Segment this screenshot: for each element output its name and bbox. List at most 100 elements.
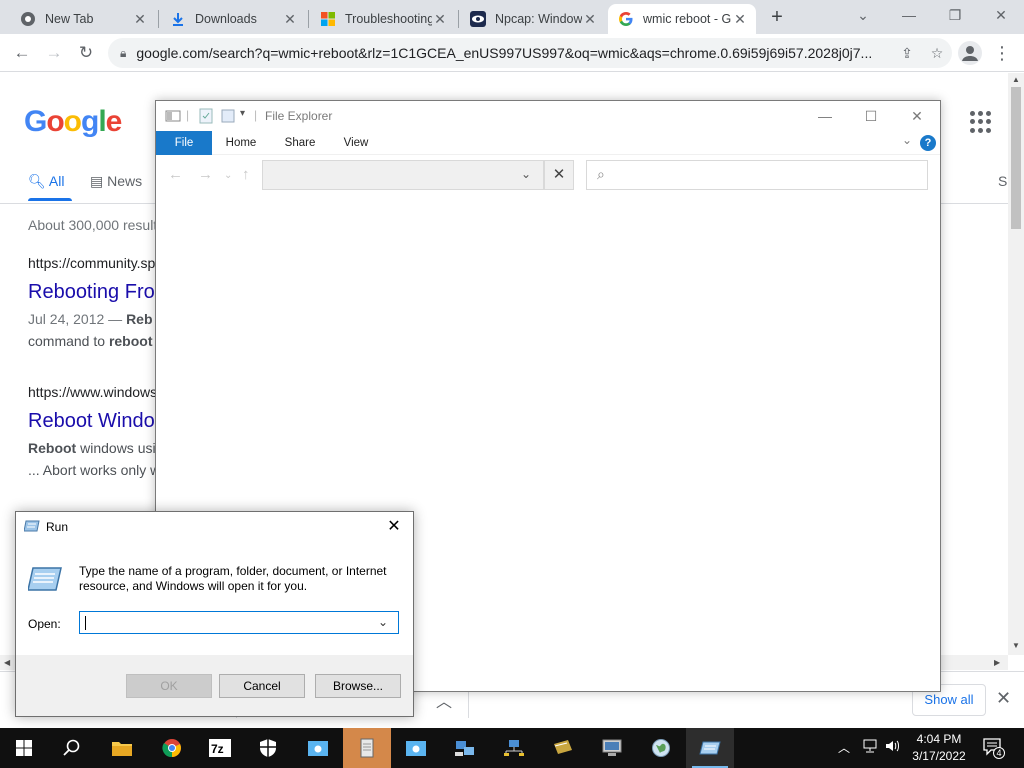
back-button[interactable]: ←	[10, 41, 34, 65]
up-arrow-icon[interactable]: ↑	[242, 166, 250, 183]
chevron-down-icon[interactable]: ⌄	[378, 615, 388, 629]
scroll-up-icon[interactable]: ▲	[1008, 75, 1024, 84]
result-url[interactable]: https://community.sp	[28, 255, 155, 271]
minimize-button[interactable]: —	[802, 101, 848, 131]
ribbon-tabs: File Home Share View ⌄ ?	[156, 131, 940, 155]
folder-icon	[308, 741, 328, 756]
clear-address-button[interactable]: ✕	[544, 160, 574, 190]
taskbar-folder[interactable]	[294, 728, 342, 768]
help-icon[interactable]: ?	[920, 135, 936, 151]
run-title-bar[interactable]: Run ✕	[16, 512, 413, 542]
result-title[interactable]: Rebooting Fro	[28, 281, 155, 304]
speaker-icon	[886, 740, 899, 752]
expand-ribbon-icon[interactable]: ⌄	[902, 133, 912, 147]
close-button[interactable]: ✕	[894, 101, 940, 131]
taskbar-run[interactable]	[686, 728, 734, 768]
snippet-bold: Reb	[126, 311, 153, 327]
tab-troubleshooting[interactable]: Troubleshooting ✕	[310, 4, 456, 34]
address-field[interactable]: ⌄	[262, 160, 544, 190]
new-tab-button[interactable]: +	[766, 7, 788, 29]
network-status-icon[interactable]	[862, 737, 880, 768]
search-field[interactable]: ⌕	[586, 160, 928, 190]
tools-clipped-text[interactable]: S	[998, 173, 1007, 189]
scroll-left-icon[interactable]: ◀	[4, 655, 10, 670]
share-icon[interactable]: ⇪	[892, 45, 922, 62]
close-icon[interactable]: ✕	[732, 11, 748, 27]
close-icon[interactable]: ✕	[282, 11, 298, 27]
ok-button[interactable]: OK	[126, 674, 212, 698]
close-icon[interactable]: ✕	[432, 11, 448, 27]
open-input[interactable]	[79, 611, 399, 634]
close-icon[interactable]: ✕	[582, 11, 598, 27]
clock[interactable]: 4:04 PM 3/17/2022	[906, 731, 972, 765]
recent-locations-icon[interactable]: ⌄	[224, 170, 232, 181]
taskbar-chrome[interactable]	[148, 728, 196, 768]
address-bar[interactable]: 🔒︎ google.com/search?q=wmic+reboot&rlz=1…	[108, 38, 952, 68]
bookmark-star-icon[interactable]: ☆	[922, 45, 952, 62]
new-folder-icon[interactable]	[220, 108, 236, 124]
taskbar-folder[interactable]	[392, 728, 440, 768]
taskbar-computer[interactable]	[588, 728, 636, 768]
back-arrow-icon[interactable]: ←	[168, 166, 183, 183]
browse-button[interactable]: Browse...	[315, 674, 401, 698]
cancel-button[interactable]: Cancel	[219, 674, 305, 698]
maximize-button[interactable]: ☐	[848, 101, 894, 131]
taskbar-notepad[interactable]	[343, 728, 391, 768]
person-icon	[962, 46, 978, 61]
download-icon	[173, 13, 183, 26]
tab-search-button[interactable]: ⌄	[840, 4, 886, 28]
result-title[interactable]: Reboot Windo	[28, 410, 155, 433]
close-icon[interactable]: ✕	[132, 11, 148, 27]
scrollbar-thumb[interactable]	[1011, 87, 1021, 229]
taskbar-globe[interactable]	[637, 728, 685, 768]
profile-avatar[interactable]	[958, 41, 982, 65]
close-window-button[interactable]: ✕	[978, 4, 1024, 28]
minimize-button[interactable]: —	[886, 4, 932, 28]
tab-file[interactable]: File	[156, 131, 212, 155]
google-logo[interactable]: Google	[24, 105, 122, 139]
taskbar-search-button[interactable]	[48, 728, 96, 768]
action-center-button[interactable]: 4	[982, 737, 1010, 768]
customize-toolbar-icon[interactable]: ▾	[240, 108, 245, 119]
google-apps-icon[interactable]	[970, 111, 992, 133]
window-title: File Explorer	[265, 109, 333, 123]
network-icon	[504, 740, 524, 756]
close-button[interactable]: ✕	[376, 512, 412, 542]
url-text: google.com/search?q=wmic+reboot&rlz=1C1G…	[136, 45, 873, 61]
search-icon	[63, 739, 80, 756]
taskbar-file-explorer[interactable]	[98, 728, 146, 768]
volume-icon[interactable]	[884, 737, 902, 768]
forward-button[interactable]: →	[42, 41, 66, 65]
taskbar-server[interactable]	[539, 728, 587, 768]
result-url[interactable]: https://www.windows	[28, 384, 157, 400]
taskbar-network[interactable]	[441, 728, 489, 768]
reload-button[interactable]: ↻	[74, 41, 98, 65]
scroll-right-icon[interactable]: ▶	[994, 655, 1000, 670]
scroll-down-icon[interactable]: ▼	[1008, 641, 1024, 650]
forward-arrow-icon[interactable]: →	[198, 166, 213, 183]
explorer-title-bar[interactable]: | ▾ | File Explorer — ☐ ✕	[156, 101, 940, 131]
tab-share[interactable]: Share	[278, 131, 322, 155]
tab-title: wmic reboot - G	[643, 12, 732, 26]
tab-new-tab[interactable]: New Tab ✕	[10, 4, 156, 34]
tab-view[interactable]: View	[336, 131, 376, 155]
menu-kebab-icon[interactable]: ⋮	[992, 41, 1012, 65]
tab-home[interactable]: Home	[220, 131, 262, 155]
tab-downloads[interactable]: Downloads ✕	[160, 4, 306, 34]
taskbar-security[interactable]	[244, 728, 292, 768]
restore-button[interactable]: ❐	[932, 4, 978, 28]
chevron-down-icon[interactable]: ⌄	[521, 167, 531, 181]
start-button[interactable]	[0, 728, 48, 768]
close-icon[interactable]: ✕	[996, 688, 1011, 709]
tab-news[interactable]: ▤ News	[90, 173, 142, 190]
vertical-scrollbar[interactable]: ▲ ▼	[1008, 73, 1024, 655]
show-hidden-icons-button[interactable]: ︿	[838, 739, 850, 768]
notepad-icon	[360, 738, 374, 758]
lock-icon[interactable]: 🔒︎	[120, 46, 126, 61]
properties-icon[interactable]	[198, 108, 214, 124]
taskbar-network[interactable]	[490, 728, 538, 768]
tab-npcap[interactable]: Npcap: Window ✕	[460, 4, 606, 34]
tab-all[interactable]: 🔍︎ All	[28, 173, 64, 190]
taskbar-7zip[interactable]: 7z	[196, 728, 244, 768]
tab-wmic-reboot[interactable]: wmic reboot - G ✕	[608, 4, 756, 34]
